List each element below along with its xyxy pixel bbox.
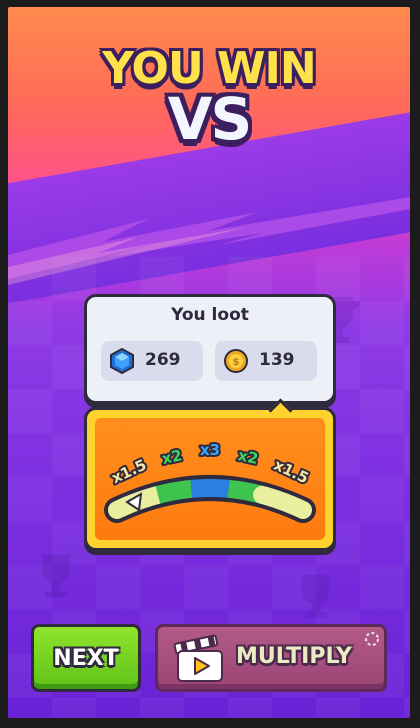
- svg-text:$: $: [233, 357, 240, 368]
- game-screen: YOU WIN VS You loot 269 $ 139 x1.5 x2 x3…: [8, 7, 410, 718]
- loot-card: You loot 269 $ 139: [84, 294, 336, 404]
- multiplier-label-x2-right: x2: [236, 446, 259, 468]
- multiplier-label-x3: x3: [200, 441, 220, 459]
- coins-value: 139: [259, 350, 295, 370]
- meter-segment-1: [155, 479, 193, 504]
- multiplier-label-x1-5-left: x1.5: [109, 456, 149, 488]
- multiplier-meter: x1.5 x2 x3 x2 x1.5: [104, 439, 316, 523]
- loot-heading: You loot: [171, 305, 249, 325]
- trophy-silhouette-icon: [42, 554, 70, 598]
- multiplier-label-x2-left: x2: [160, 446, 183, 468]
- coins-reward: $ 139: [215, 341, 317, 381]
- gems-value: 269: [145, 350, 181, 370]
- next-button-label: NEXT: [53, 645, 119, 671]
- gold-coin-icon: $: [224, 349, 248, 373]
- gems-reward: 269: [101, 341, 203, 381]
- clapperboard-play-icon: [173, 634, 223, 682]
- trophy-silhouette-icon: [302, 574, 330, 618]
- multiplier-label-x1-5-right: x1.5: [271, 456, 311, 488]
- multiply-button[interactable]: MULTIPLY: [155, 624, 387, 692]
- next-button[interactable]: NEXT: [31, 624, 141, 692]
- meter-segment-2: [190, 478, 230, 498]
- blue-gem-icon: [110, 348, 134, 374]
- multiplier-panel: x1.5 x2 x3 x2 x1.5: [84, 398, 336, 551]
- multiply-button-label: MULTIPLY: [236, 644, 352, 669]
- loading-spinner-icon: [365, 632, 379, 646]
- title-vs: VS: [167, 85, 253, 153]
